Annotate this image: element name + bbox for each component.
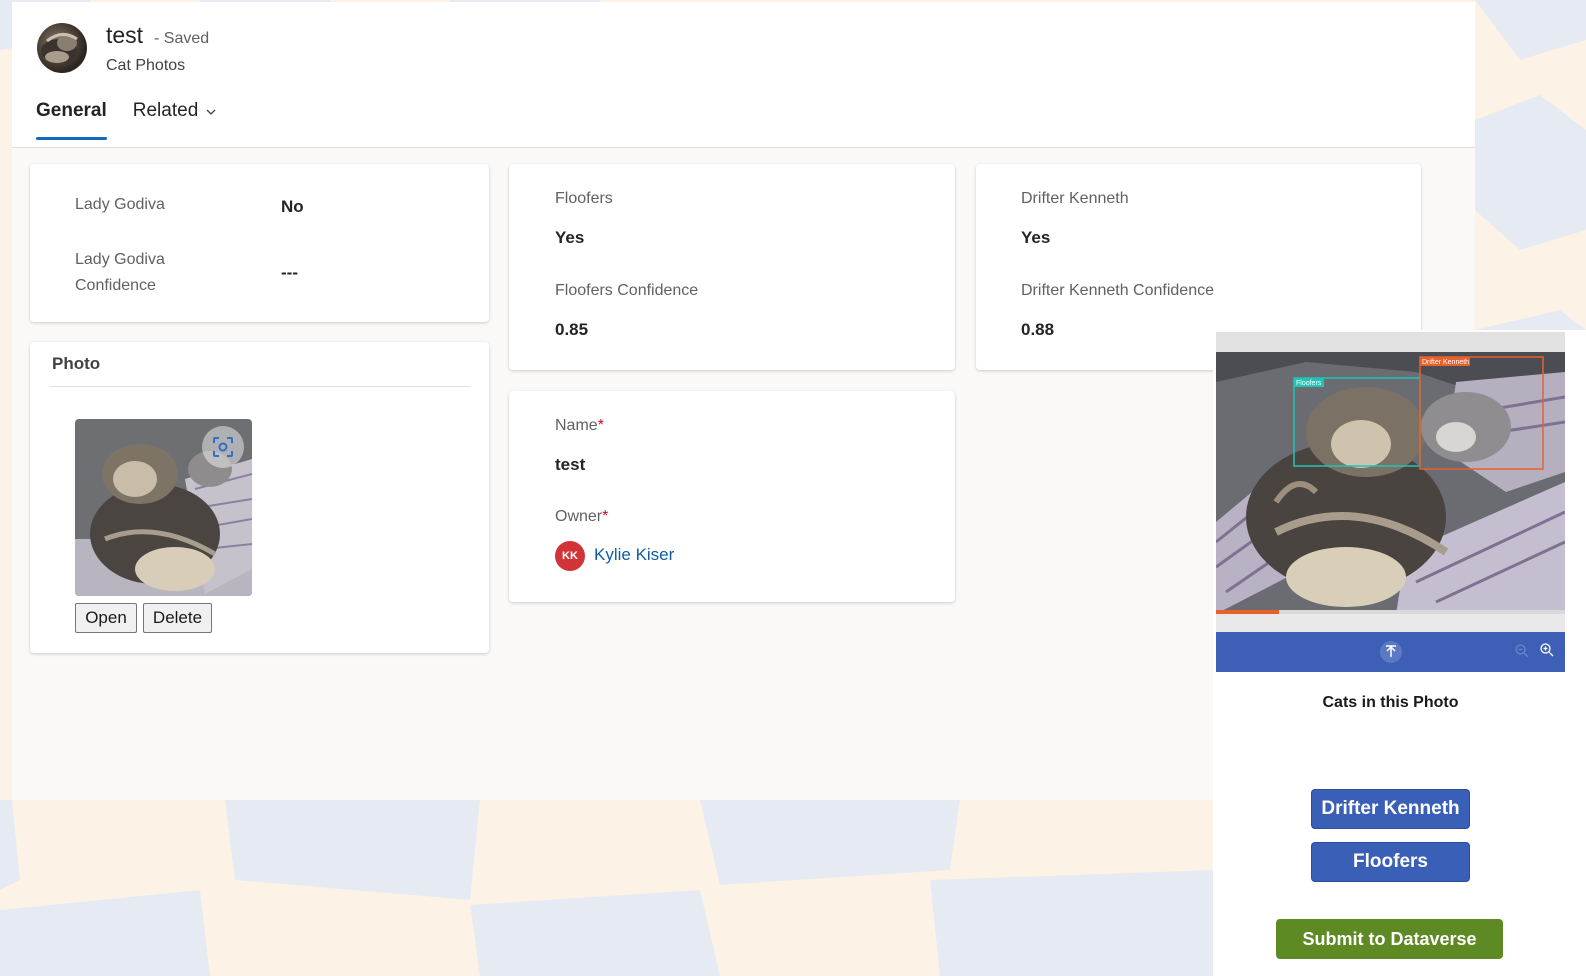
floofers-confidence-value[interactable]: 0.85 (555, 320, 588, 340)
owner-label-text: Owner (555, 508, 603, 525)
image-scan-button[interactable] (202, 426, 244, 468)
cats-in-photo-title: Cats in this Photo (1322, 694, 1459, 711)
owner-link[interactable]: Kylie Kiser (594, 545, 674, 565)
image-scan-icon (213, 437, 233, 457)
open-photo-button[interactable]: Open (75, 603, 137, 633)
zoom-out-icon[interactable] (1514, 643, 1530, 659)
form-header: test - Saved Cat Photos General Related (12, 2, 1475, 148)
drifter-kenneth-label: Drifter Kenneth (1021, 190, 1129, 207)
lady-godiva-confidence-label-line1: Lady Godiva (75, 251, 165, 268)
owner-required-marker: * (602, 508, 609, 525)
photo-section-title: Photo (52, 354, 101, 373)
drifter-kenneth-confidence-value[interactable]: 0.88 (1021, 320, 1054, 340)
viewer-top-bar (1216, 332, 1565, 352)
zoom-in-icon[interactable] (1539, 642, 1555, 658)
drifter-kenneth-confidence-label: Drifter Kenneth Confidence (1021, 282, 1214, 299)
name-required-marker: * (597, 417, 604, 434)
upload-icon[interactable] (1379, 640, 1403, 664)
photo-card: Photo Open Delete (30, 342, 489, 653)
name-label-text: Name (555, 417, 598, 434)
record-title: test (106, 22, 144, 48)
drifter-kenneth-button[interactable]: Drifter Kenneth (1311, 789, 1470, 829)
floofers-confidence-label: Floofers Confidence (555, 282, 699, 299)
detection-panel: Floofers Drifter Kenneth Cats in this Ph… (1213, 330, 1586, 976)
owner-avatar: KK (555, 541, 585, 571)
photo-divider (50, 386, 470, 387)
tab-bar: General Related (36, 98, 242, 142)
tab-general[interactable]: General (36, 98, 107, 142)
tab-related-label: Related (132, 100, 199, 121)
floofers-value[interactable]: Yes (555, 228, 584, 248)
viewer-spacer (1216, 614, 1565, 632)
lady-godiva-confidence-label: Lady Godiva Confidence (75, 247, 165, 299)
name-label: Name* (555, 413, 604, 439)
delete-photo-button[interactable]: Delete (143, 603, 212, 633)
record-avatar (37, 23, 87, 73)
chevron-down-icon (206, 109, 216, 115)
tab-general-label: General (36, 100, 107, 121)
details-card: Name* test Owner* KK Kylie Kiser (509, 391, 955, 602)
lady-godiva-value[interactable]: No (281, 197, 304, 217)
save-status: - Saved (154, 30, 210, 47)
floofers-label: Floofers (555, 190, 613, 207)
detection-image[interactable]: Floofers Drifter Kenneth (1216, 352, 1565, 614)
lady-godiva-confidence-value[interactable]: --- (281, 263, 298, 283)
submit-to-dataverse-button[interactable]: Submit to Dataverse (1276, 919, 1503, 959)
tab-related[interactable]: Related (133, 98, 217, 142)
lady-godiva-confidence-label-line2: Confidence (75, 277, 156, 294)
drifter-kenneth-value[interactable]: Yes (1021, 228, 1050, 248)
owner-label: Owner* (555, 504, 608, 530)
floofers-button[interactable]: Floofers (1311, 842, 1470, 882)
viewer-toolbar (1216, 632, 1565, 672)
name-value[interactable]: test (555, 455, 585, 475)
floofers-detection-label: Floofers (1296, 380, 1322, 387)
drifter-kenneth-detection-label: Drifter Kenneth (1422, 359, 1469, 366)
lady-godiva-label: Lady Godiva (75, 196, 165, 213)
lady-godiva-card: Lady Godiva No Lady Godiva Confidence --… (30, 164, 489, 322)
floofers-card: Floofers Yes Floofers Confidence 0.85 (509, 164, 955, 370)
entity-name: Cat Photos (106, 57, 186, 74)
